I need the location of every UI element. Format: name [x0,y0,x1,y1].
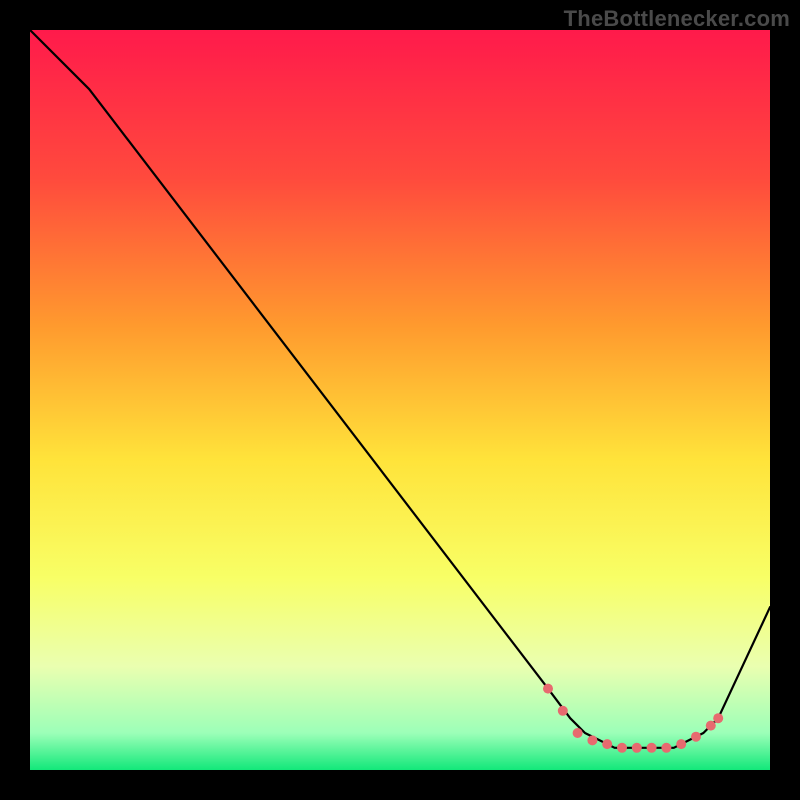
curve-marker [632,743,642,753]
chart-stage: TheBottlenecker.com [0,0,800,800]
curve-marker [713,713,723,723]
curve-marker [602,739,612,749]
plot-area [30,30,770,770]
watermark: TheBottlenecker.com [564,6,790,32]
curve-marker [587,735,597,745]
curve-marker [676,739,686,749]
bottleneck-curve [30,30,770,748]
curve-layer [30,30,770,770]
curve-marker [706,721,716,731]
curve-marker [617,743,627,753]
curve-marker [691,732,701,742]
curve-marker [661,743,671,753]
curve-marker [573,728,583,738]
curve-marker [558,706,568,716]
curve-marker [647,743,657,753]
curve-marker [543,684,553,694]
